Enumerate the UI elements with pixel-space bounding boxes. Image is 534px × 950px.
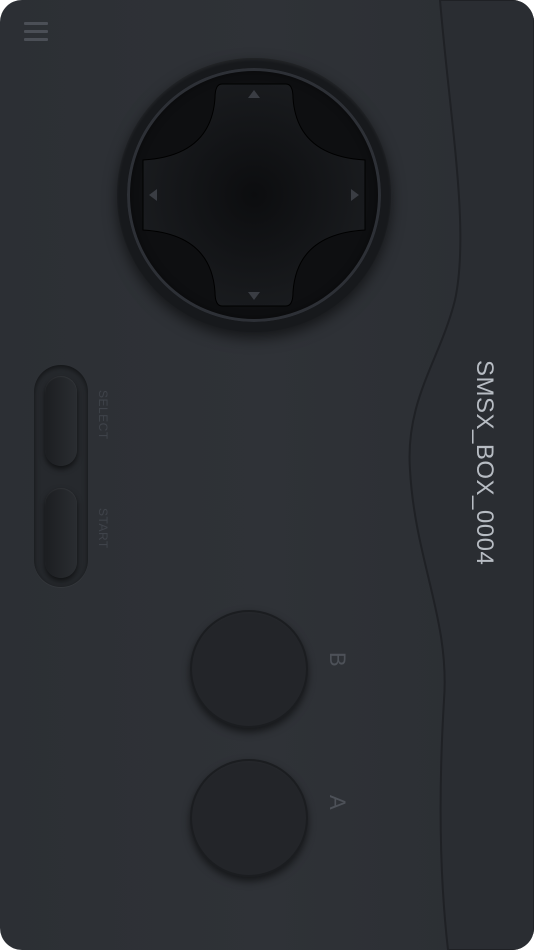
gamepad-body: SELECT START B A SMSX_BOX_0004 (0, 0, 534, 950)
start-button[interactable] (45, 488, 77, 578)
dpad-cross (142, 83, 366, 307)
b-button[interactable] (190, 610, 308, 728)
dpad[interactable] (117, 58, 391, 332)
a-button[interactable] (190, 759, 308, 877)
a-button-label: A (325, 795, 350, 810)
select-button[interactable] (45, 376, 77, 466)
device-name: SMSX_BOX_0004 (471, 360, 498, 566)
start-label: START (96, 508, 110, 549)
hamburger-menu-icon[interactable] (24, 22, 48, 44)
dpad-well (127, 68, 381, 322)
b-button-label: B (325, 652, 350, 667)
select-label: SELECT (96, 390, 110, 440)
